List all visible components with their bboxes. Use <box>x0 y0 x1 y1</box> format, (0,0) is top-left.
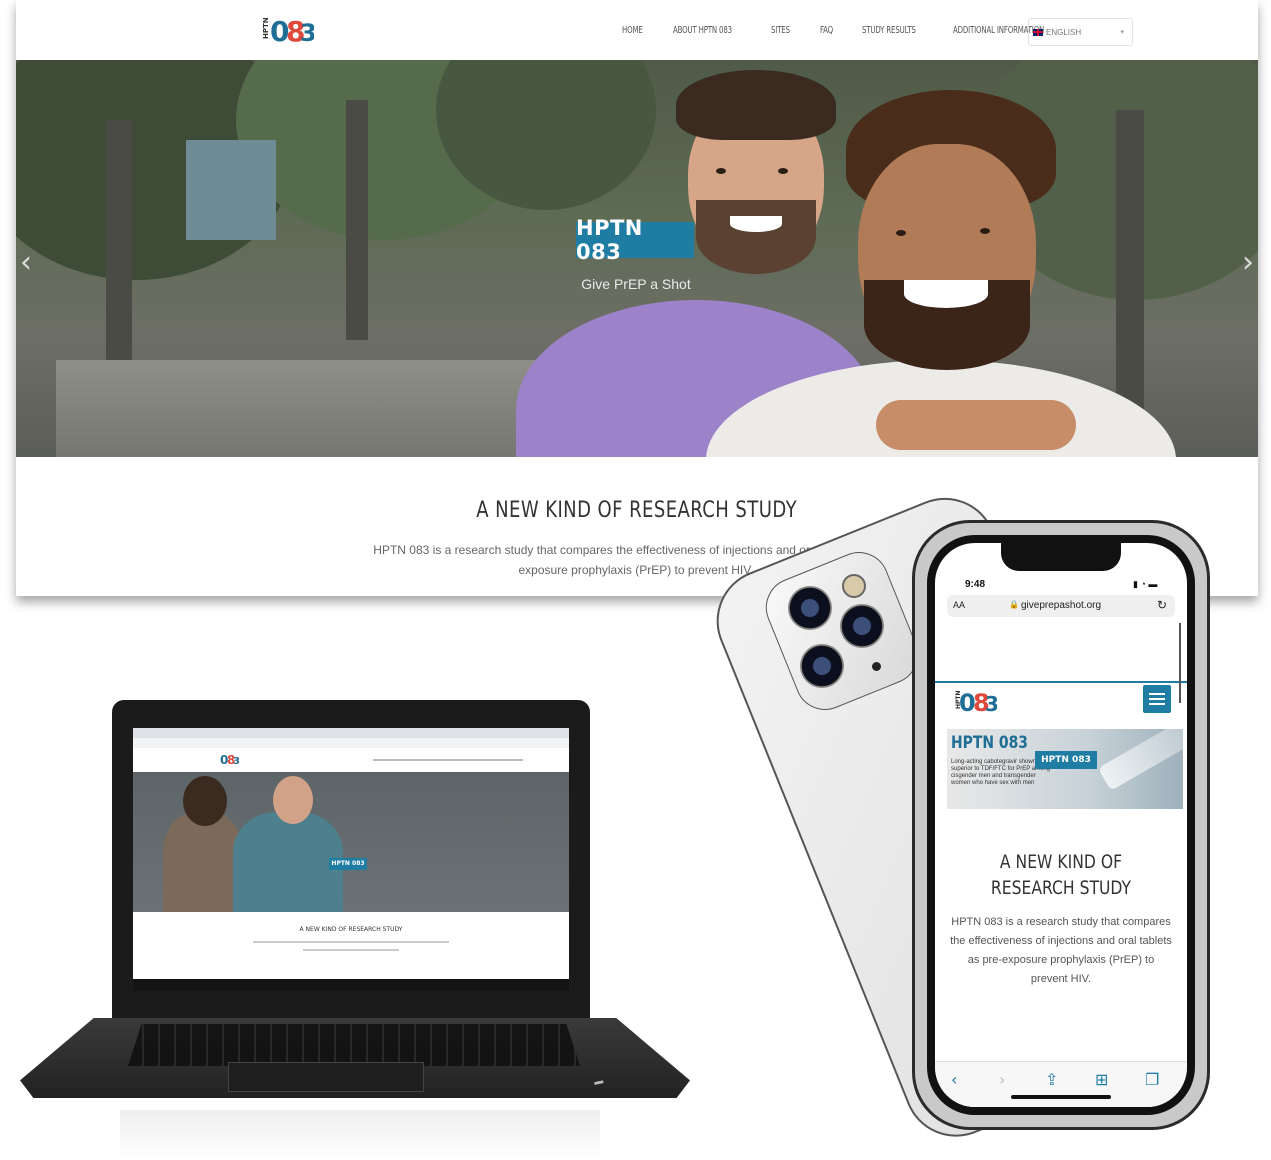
mobile-section-title: A NEW KIND OF RESEARCH STUDY <box>945 849 1177 901</box>
site-header: HPTN 0 8 3 HOME ABOUT HPTN 083 SITES FAQ… <box>16 0 1258 60</box>
banner-badge: HPTN 083 <box>1035 751 1097 769</box>
laptop-nav <box>373 759 523 761</box>
url-text: giveprepashot.org <box>1021 600 1102 611</box>
laptop-person <box>233 812 343 912</box>
phone-device: 9:48 ▮ ◔ ▬ AA 🔒 giveprepashot.org ↻ HPTN… <box>912 520 1210 1130</box>
menu-bar <box>1149 703 1165 705</box>
desktop-screenshot: HPTN 0 8 3 HOME ABOUT HPTN 083 SITES FAQ… <box>16 0 1258 596</box>
phone-bezel: 9:48 ▮ ◔ ▬ AA 🔒 giveprepashot.org ↻ HPTN… <box>927 535 1195 1115</box>
svg-text:3: 3 <box>985 692 997 715</box>
nav-about[interactable]: ABOUT HPTN 083 <box>673 25 732 36</box>
hamburger-menu-icon[interactable] <box>1143 685 1171 713</box>
reload-icon[interactable]: ↻ <box>1157 598 1167 612</box>
laptop-brand-mark: ▬ <box>593 1075 604 1087</box>
home-indicator <box>1011 1095 1111 1099</box>
laptop-screen: 0 8 3 HPTN 083 A NEW KIND OF RESEARCH ST… <box>133 728 569 991</box>
svg-text:HPTN: HPTN <box>262 17 270 39</box>
hero-carousel: HPTN 083 Give PrEP a Shot ‹ › <box>16 60 1258 457</box>
nav-sites[interactable]: SITES <box>771 25 790 36</box>
tree-trunk <box>106 120 132 380</box>
nav-faq[interactable]: FAQ <box>820 25 833 36</box>
camera-lens-icon <box>840 604 884 648</box>
uk-flag-icon <box>1033 28 1043 36</box>
signal-wifi-battery-icon: ▮ ◔ ▬ <box>1133 579 1158 589</box>
tabs-icon[interactable]: ❐ <box>1145 1070 1159 1089</box>
laptop-site-header: 0 8 3 <box>133 748 569 772</box>
hptn-083-logo[interactable]: HPTN 0 8 3 <box>256 13 314 45</box>
camera-lens-icon <box>788 586 832 630</box>
laptop-trackpad <box>228 1062 424 1092</box>
building-window <box>186 140 276 240</box>
laptop-keyboard <box>128 1024 580 1066</box>
forward-icon[interactable]: › <box>999 1070 1005 1089</box>
mobile-hero-banner: HPTN 083 Long-acting cabotegravir shown … <box>947 729 1183 809</box>
lock-icon: 🔒 <box>1009 600 1019 609</box>
person-beard <box>696 200 816 274</box>
laptop-person-hair <box>183 776 227 826</box>
person-hair <box>676 70 836 140</box>
safari-toolbar: ‹ › ⇪ ⊞ ❐ <box>935 1061 1187 1107</box>
laptop-text-line <box>253 941 449 943</box>
laptop-device: 0 8 3 HPTN 083 A NEW KIND OF RESEARCH ST… <box>20 700 690 1160</box>
person-smile <box>904 280 988 308</box>
laptop-url-bar <box>133 738 569 748</box>
tree-trunk <box>346 100 368 340</box>
mobile-scrollbar[interactable] <box>1179 623 1181 703</box>
laptop-logo: 0 8 3 <box>220 753 239 766</box>
laptop-text-line <box>303 949 399 951</box>
laptop-hero-title: HPTN 083 <box>329 858 367 870</box>
person-hand <box>876 400 1076 450</box>
phone-notch <box>1001 543 1121 571</box>
carousel-prev-icon[interactable]: ‹ <box>20 245 32 280</box>
share-icon[interactable]: ⇪ <box>1045 1070 1058 1089</box>
mobile-section-title-text: A NEW KIND OF RESEARCH STUDY <box>990 851 1132 899</box>
language-value: ENGLISH <box>1046 27 1082 37</box>
syringe-image <box>1097 729 1183 791</box>
laptop-reflection <box>120 1110 600 1160</box>
chevron-down-icon: ▾ <box>1120 29 1124 36</box>
person-eye <box>980 228 990 234</box>
person-smile <box>730 216 782 232</box>
person-eye <box>896 230 906 236</box>
hero-title: HPTN 083 <box>576 216 694 264</box>
laptop-section-title: A NEW KIND OF RESEARCH STUDY <box>299 926 403 933</box>
laptop-person <box>163 812 243 912</box>
tree-trunk <box>1116 110 1144 410</box>
bookmarks-icon[interactable]: ⊞ <box>1095 1070 1108 1089</box>
banner-title: HPTN 083 <box>951 733 1029 753</box>
back-icon[interactable]: ‹ <box>951 1070 957 1089</box>
mobile-section-description: HPTN 083 is a research study that compar… <box>950 916 1172 985</box>
nav-study-results[interactable]: STUDY RESULTS <box>862 25 916 36</box>
camera-sensor-icon <box>872 662 881 671</box>
nav-home[interactable]: HOME <box>622 25 643 36</box>
laptop-person-face <box>273 776 313 824</box>
carousel-next-icon[interactable]: › <box>1242 245 1254 280</box>
person-eye <box>716 168 726 174</box>
menu-bar <box>1149 698 1165 700</box>
mobile-hptn-083-logo[interactable]: HPTN 0 8 3 <box>949 685 997 715</box>
section-title-text: A NEW KIND OF RESEARCH STUDY <box>476 498 798 523</box>
laptop-browser-tabs <box>133 728 569 738</box>
hero-subtitle: Give PrEP a Shot <box>581 276 691 292</box>
svg-text:3: 3 <box>300 19 314 45</box>
main-nav: HOME ABOUT HPTN 083 SITES FAQ STUDY RESU… <box>622 0 1090 60</box>
laptop-taskbar <box>133 979 569 991</box>
menu-bar <box>1149 693 1165 695</box>
reader-aa-button[interactable]: AA <box>953 600 965 610</box>
phone-screen: 9:48 ▮ ◔ ▬ AA 🔒 giveprepashot.org ↻ HPTN… <box>935 543 1187 1107</box>
camera-lens-icon <box>800 644 844 688</box>
mobile-url-bar[interactable]: AA 🔒 giveprepashot.org ↻ <box>947 595 1175 617</box>
mobile-top-bar <box>935 623 1187 683</box>
person-eye <box>778 168 788 174</box>
svg-text:3: 3 <box>233 756 239 766</box>
laptop-hero: HPTN 083 <box>133 772 569 912</box>
camera-flash-icon <box>842 574 866 598</box>
status-time: 9:48 <box>965 579 986 590</box>
language-select[interactable]: ENGLISH ▾ <box>1028 18 1133 46</box>
